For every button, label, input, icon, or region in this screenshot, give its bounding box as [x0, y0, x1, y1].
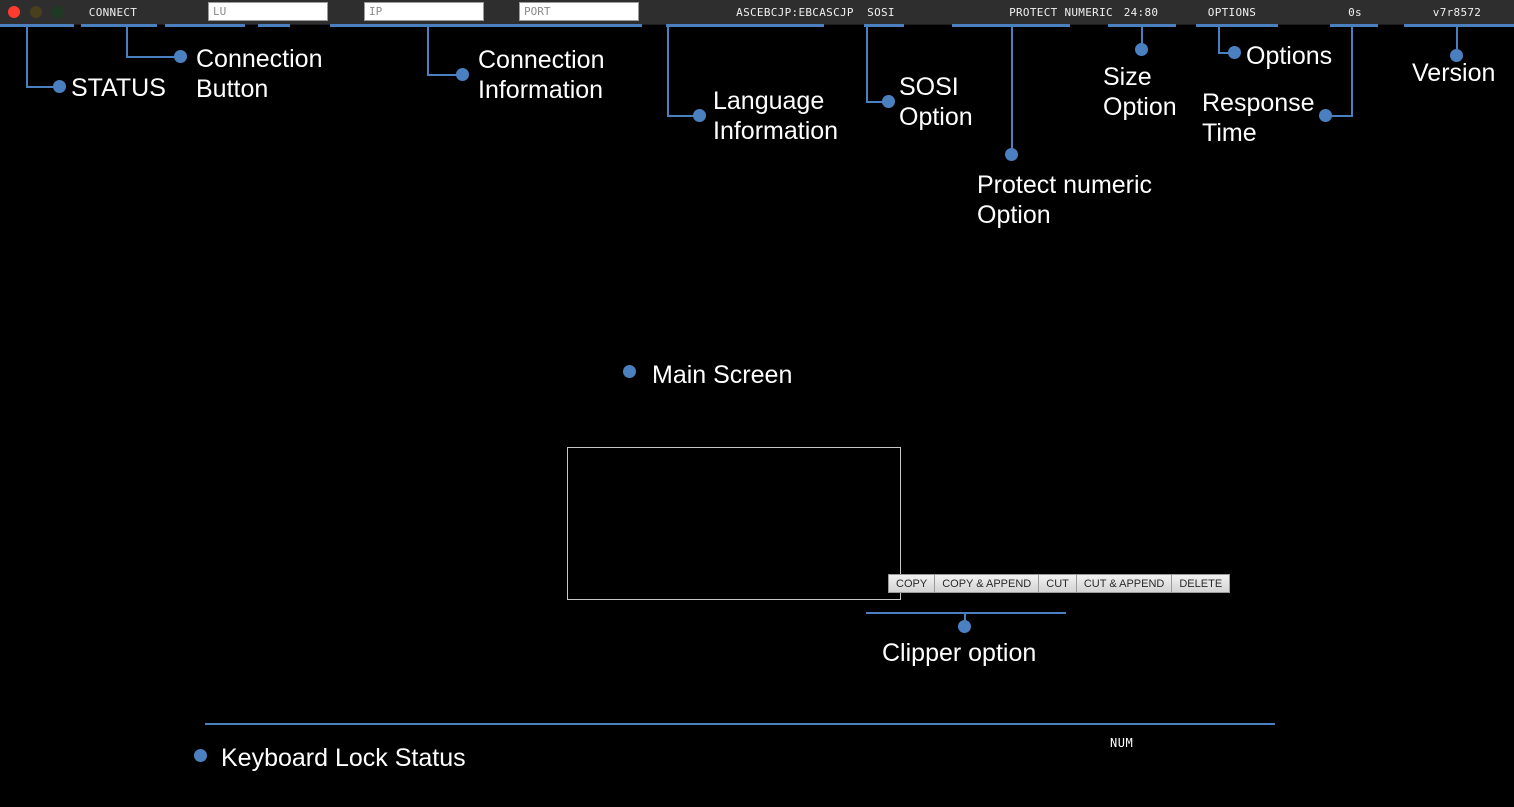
ip-input[interactable]: IP [364, 2, 484, 21]
clipper-cut-append-button[interactable]: CUT & APPEND [1076, 574, 1172, 593]
keyboard-lock-status-bar [205, 723, 1275, 725]
callout-dot-language-information [693, 109, 706, 122]
callout-label-connection-button: Connection Button [196, 44, 322, 104]
num-lock-indicator: NUM [1110, 736, 1133, 750]
callout-label-version: Version [1412, 58, 1495, 88]
callout-label-status: STATUS [71, 73, 166, 103]
top-status-bar: CONNECT LU IP PORT ASCEBCJP:EBCASCJP SOS… [0, 0, 1514, 25]
callout-dot-sosi-option [882, 95, 895, 108]
window-minimize-icon[interactable] [30, 6, 42, 18]
callout-line-sosi-v [866, 27, 868, 102]
callout-line-conninfo-v [427, 27, 429, 75]
callout-dot-status [53, 80, 66, 93]
callout-label-connection-information: Connection Information [478, 45, 604, 105]
callout-label-main-screen: Main Screen [652, 360, 792, 390]
callout-label-clipper-option: Clipper option [882, 638, 1036, 668]
main-screen-selection-area[interactable] [567, 447, 901, 600]
underline-conn-info [330, 24, 642, 27]
underline-status [0, 24, 74, 27]
size-option[interactable]: 24:80 [1105, 0, 1177, 24]
callout-label-sosi-option: SOSI Option [899, 72, 973, 132]
connect-button[interactable]: CONNECT [74, 0, 152, 24]
callout-dot-size-option [1135, 43, 1148, 56]
callout-line-version-v [1456, 27, 1458, 49]
callout-label-keyboard-lock-status: Keyboard Lock Status [221, 743, 466, 773]
callout-line-clipper-h [866, 612, 1066, 614]
version-label: v7r8572 [1402, 0, 1512, 24]
callout-dot-keyboard-lock-status [194, 749, 207, 762]
sosi-option[interactable]: SOSI [845, 0, 917, 24]
callout-dot-main-screen [623, 365, 636, 378]
callout-line-options-v [1218, 27, 1220, 53]
window-maximize-icon[interactable] [52, 6, 64, 18]
underline-response [1330, 24, 1378, 27]
callout-line-response-v [1351, 27, 1353, 117]
underline-language [666, 24, 824, 27]
callout-dot-connection-button [174, 50, 187, 63]
callout-label-options: Options [1246, 41, 1332, 71]
clipper-delete-button[interactable]: DELETE [1171, 574, 1230, 593]
underline-lu [258, 24, 290, 27]
underline-sosi [864, 24, 904, 27]
callout-line-language-v [667, 27, 669, 117]
callout-line-connbtn-v [126, 27, 128, 57]
callout-label-response-time: Response Time [1202, 88, 1315, 148]
lu-input[interactable]: LU [208, 2, 328, 21]
clipper-copy-button[interactable]: COPY [888, 574, 934, 593]
underline-connect2 [165, 24, 245, 27]
callout-line-protect-v [1011, 27, 1013, 155]
underline-connect [81, 24, 157, 27]
callout-label-language-information: Language Information [713, 86, 838, 146]
underline-options [1196, 24, 1278, 27]
clipper-toolbar: COPY COPY & APPEND CUT CUT & APPEND DELE… [888, 574, 1230, 593]
callout-dot-clipper-option [958, 620, 971, 633]
callout-dot-response-time [1319, 109, 1332, 122]
window-close-icon[interactable] [8, 6, 20, 18]
callout-label-size-option: Size Option [1103, 62, 1177, 122]
options-button[interactable]: OPTIONS [1188, 0, 1276, 24]
callout-line-status-v [26, 27, 28, 87]
callout-dot-protect-numeric [1005, 148, 1018, 161]
clipper-cut-button[interactable]: CUT [1038, 574, 1076, 593]
callout-dot-options [1228, 46, 1241, 59]
callout-dot-connection-information [456, 68, 469, 81]
clipper-copy-append-button[interactable]: COPY & APPEND [934, 574, 1038, 593]
response-time[interactable]: 0s [1322, 0, 1388, 24]
callout-label-protect-numeric: Protect numeric Option [977, 170, 1152, 230]
port-input[interactable]: PORT [519, 2, 639, 21]
underline-version [1404, 24, 1514, 27]
